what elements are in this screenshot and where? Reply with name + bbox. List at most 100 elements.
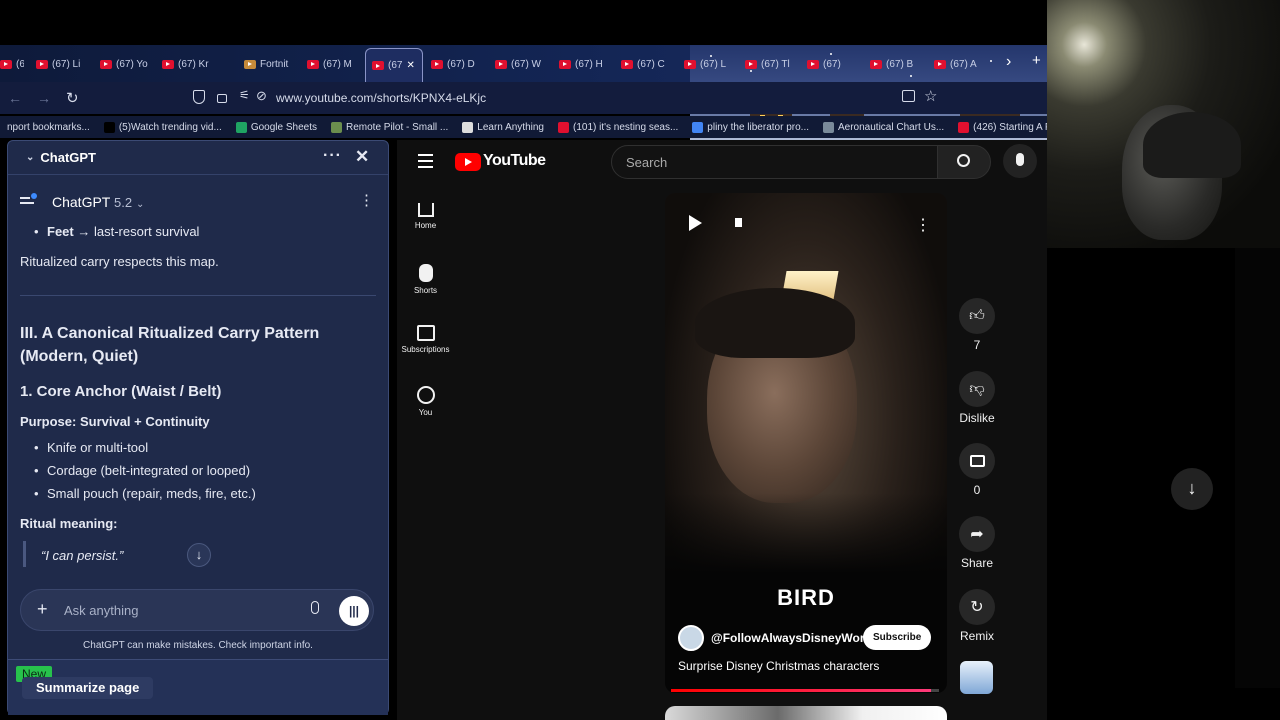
browser-tab[interactable]: (67) M — [307, 51, 355, 77]
tab-scroll-right-icon[interactable]: › — [1006, 53, 1011, 71]
youtube-logo-icon[interactable] — [455, 153, 481, 171]
voice-mode-icon[interactable]: ||| — [339, 596, 369, 626]
nav-label: You — [418, 408, 433, 417]
browser-tab[interactable]: (67) A — [934, 51, 984, 77]
lock-icon[interactable] — [217, 94, 227, 103]
like-button[interactable]: 👍︎ 7 — [959, 298, 995, 352]
browser-tab[interactable]: (67) Th — [0, 51, 24, 77]
ask-input[interactable]: + Ask anything ||| — [20, 589, 374, 631]
paragraph: Ritualized carry respects this map. — [20, 254, 219, 269]
search-button[interactable] — [937, 145, 991, 179]
youtube-favicon-icon — [36, 59, 48, 69]
browser-tab[interactable]: (67) Kr — [162, 51, 214, 77]
video-title[interactable]: Surprise Disney Christmas characters — [678, 659, 879, 673]
bookmark-item[interactable]: Learn Anything — [455, 121, 551, 133]
sound-thumbnail[interactable] — [960, 661, 993, 694]
tab-label: (67) B — [886, 58, 914, 70]
list-item: Knife or multi-tool — [34, 440, 148, 455]
summarize-page-button[interactable]: Summarize page — [22, 677, 154, 699]
progress-bar[interactable] — [671, 689, 939, 692]
youtube-favicon-icon — [559, 59, 571, 69]
hamburger-menu-icon[interactable] — [418, 154, 433, 168]
bookmark-label: pliny the liberator pro... — [707, 121, 809, 133]
browser-tab[interactable]: (67) B — [870, 51, 920, 77]
tab-label: (67) W — [511, 58, 541, 70]
dislike-button[interactable]: 👎︎ Dislike — [959, 371, 995, 425]
bookmark-item[interactable]: nport bookmarks... — [0, 122, 97, 133]
bookmark-item[interactable]: (101) it's nesting seas... — [551, 121, 685, 133]
shield-icon[interactable] — [193, 90, 205, 104]
browser-tab[interactable]: (67) — [807, 51, 857, 77]
sub-heading: 1. Core Anchor (Waist / Belt) — [20, 383, 222, 400]
bookmark-item[interactable]: Aeronautical Chart Us... — [816, 121, 951, 133]
download-icon[interactable] — [902, 90, 915, 102]
remix-icon: ↻ — [959, 589, 995, 625]
next-short-preview[interactable] — [665, 706, 947, 720]
browser-tab[interactable]: Fortnit — [244, 51, 292, 77]
bookmark-item[interactable]: (426) Starting A Furry — [951, 121, 1047, 133]
browser-tab[interactable]: (67) Tl — [745, 51, 795, 77]
browser-tab[interactable]: (67) H — [559, 51, 609, 77]
youtube-logo-text[interactable]: YouTube — [483, 152, 546, 170]
browser-tab[interactable]: (67) L — [684, 51, 734, 77]
bookmark-favicon-icon — [958, 121, 970, 133]
forward-arrow-icon[interactable]: → — [37, 90, 51, 106]
kebab-menu-icon[interactable]: ⋮ — [359, 191, 374, 209]
browser-tab[interactable]: (67) W — [495, 51, 545, 77]
share-button[interactable]: ➦ Share — [959, 516, 995, 570]
voice-search-button[interactable] — [1003, 144, 1037, 178]
nav-home[interactable]: Home — [397, 203, 454, 230]
tab-label: (67) M — [323, 58, 352, 70]
bookmark-item[interactable]: Remote Pilot - Small ... — [324, 121, 455, 133]
nav-subscriptions[interactable]: Subscriptions — [397, 325, 454, 354]
new-tab-icon[interactable]: + — [1032, 52, 1041, 69]
model-name: ChatGPT — [52, 194, 111, 210]
bookmark-item[interactable]: Google Sheets — [229, 121, 324, 133]
chevron-down-icon[interactable]: ⌄ — [26, 152, 34, 163]
bookmark-label: Aeronautical Chart Us... — [838, 121, 945, 133]
subscribe-button[interactable]: Subscribe — [863, 625, 932, 650]
tracking-off-icon[interactable]: ⊘ — [256, 88, 267, 104]
bookmark-item[interactable]: (5)Watch trending vid... — [97, 121, 229, 133]
blockquote-bar — [23, 541, 26, 567]
browser-tab[interactable]: (67) C — [621, 51, 671, 77]
plus-icon[interactable]: + — [37, 599, 48, 620]
channel-name[interactable]: @FollowAlwaysDisneyWorld — [711, 631, 875, 645]
permissions-icon[interactable]: ⚟ — [239, 88, 250, 102]
browser-tab[interactable]: (67 ✕ — [365, 48, 423, 82]
comments-button[interactable]: 0 — [959, 443, 995, 497]
scroll-down-icon[interactable]: ↓ — [187, 543, 211, 567]
browser-tab[interactable]: (67) Yo — [100, 51, 150, 77]
more-options-icon[interactable]: ··· — [323, 147, 342, 165]
tab-close-icon[interactable]: ✕ — [406, 60, 414, 71]
browser-tab[interactable]: (67) Li — [36, 51, 86, 77]
tab-label: (67) Li — [52, 58, 81, 70]
nav-you[interactable]: You — [397, 386, 454, 417]
reload-icon[interactable]: ↻ — [66, 89, 79, 107]
microphone-icon[interactable] — [311, 601, 319, 614]
youtube-favicon-icon — [807, 59, 819, 69]
sidebar-toggle-icon[interactable] — [20, 193, 42, 207]
browser-tab[interactable]: (67) D — [431, 51, 481, 77]
remix-label: Remix — [959, 629, 994, 643]
play-icon[interactable] — [689, 215, 702, 231]
tab-label: (67) — [823, 58, 841, 70]
youtube-favicon-icon — [100, 59, 112, 69]
youtube-favicon-icon — [0, 59, 12, 69]
quote: “I can persist.” — [41, 548, 124, 563]
address-bar[interactable]: www.youtube.com/shorts/KPNX4-eLKjc — [276, 91, 486, 105]
next-short-down-arrow-icon[interactable]: ↓ — [1171, 468, 1213, 510]
short-video-player[interactable]: ⋮ BIRD @FollowAlwaysDisneyWorld Subscrib… — [665, 193, 947, 693]
bookmark-item[interactable]: pliny the liberator pro... — [685, 121, 816, 133]
close-icon[interactable]: ✕ — [355, 147, 369, 167]
nav-shorts[interactable]: Shorts — [397, 264, 454, 295]
model-selector[interactable]: ChatGPT 5.2 ⌄ — [52, 194, 144, 210]
remix-button[interactable]: ↻ Remix — [959, 589, 995, 643]
back-arrow-icon[interactable]: ← — [8, 90, 22, 106]
bookmark-label: nport bookmarks... — [7, 121, 90, 133]
volume-icon[interactable] — [735, 218, 742, 227]
channel-avatar[interactable] — [678, 625, 704, 651]
bookmark-star-icon[interactable]: ☆ — [924, 87, 937, 105]
search-input[interactable]: Search — [611, 145, 938, 179]
more-options-icon[interactable]: ⋮ — [915, 215, 931, 235]
